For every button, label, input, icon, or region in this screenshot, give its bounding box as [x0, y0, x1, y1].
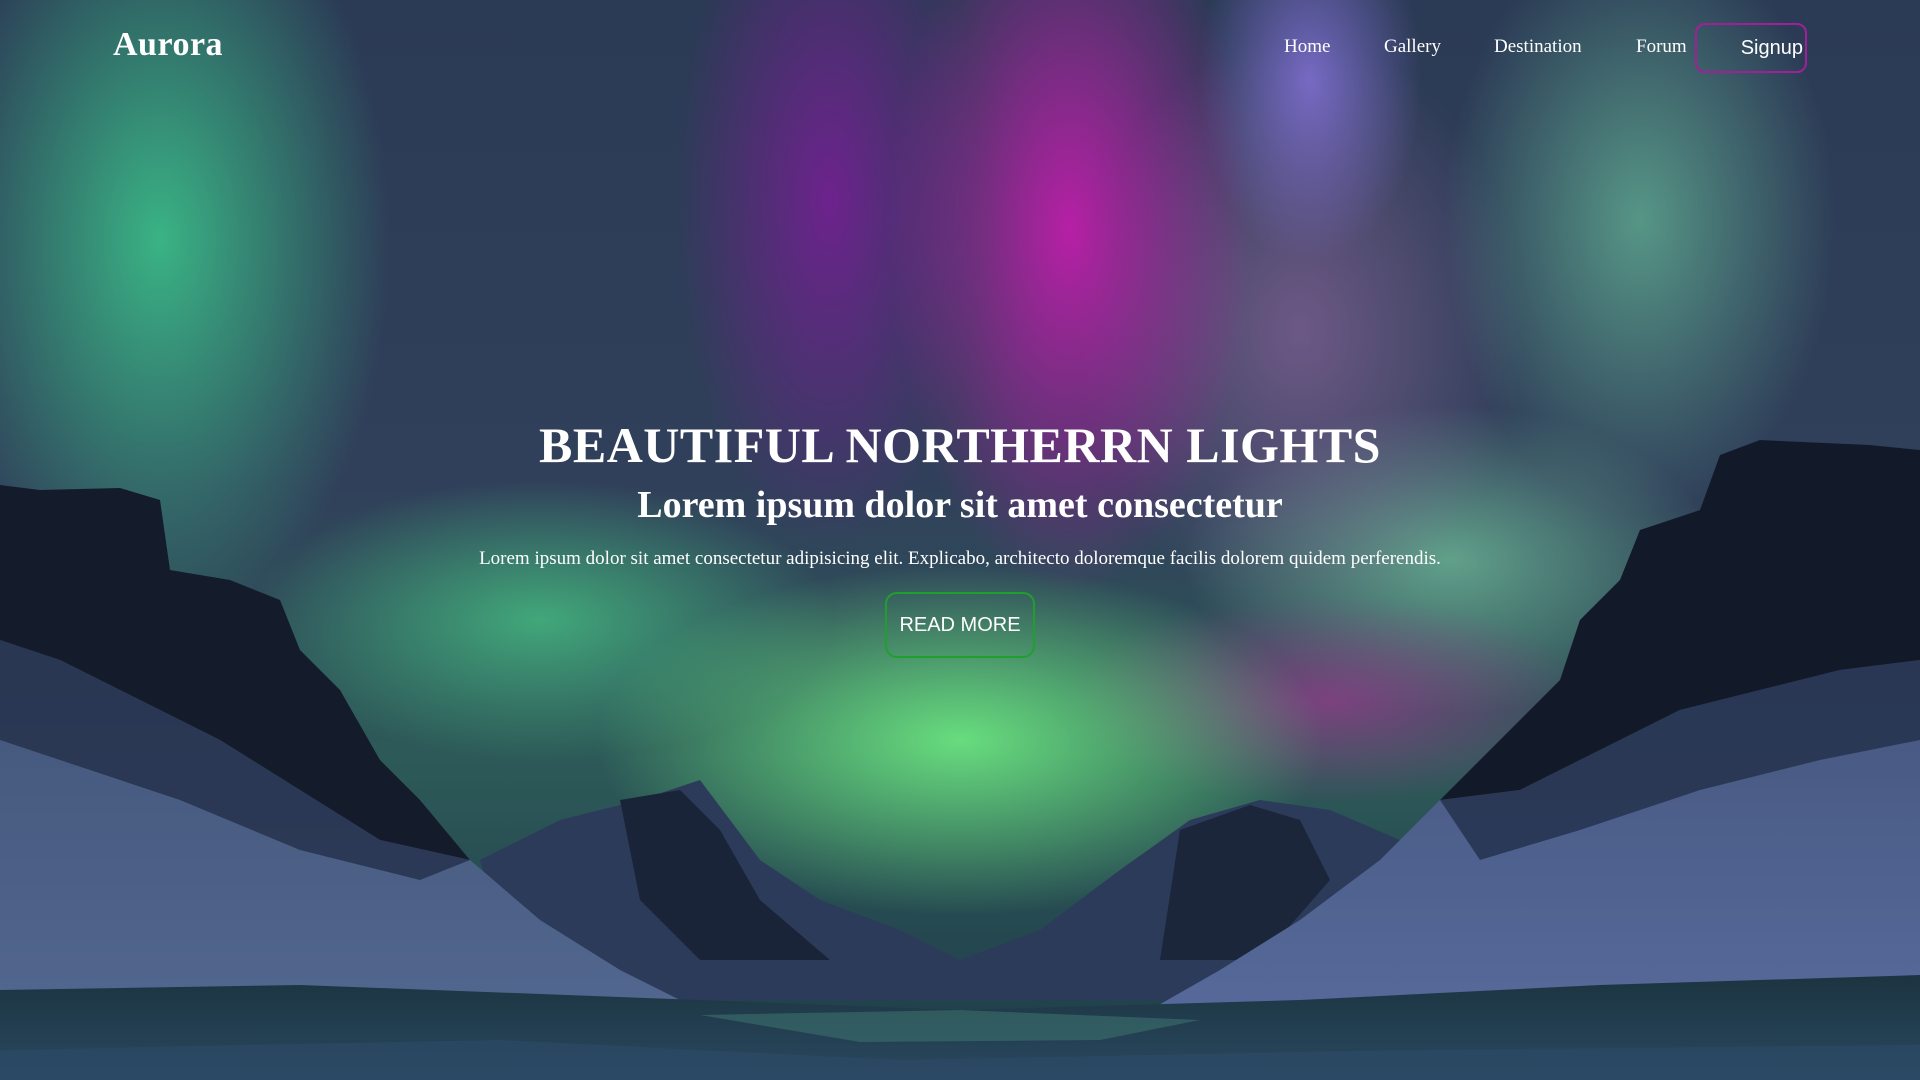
nav-link-gallery[interactable]: Gallery: [1384, 36, 1441, 58]
nav-link-forum[interactable]: Forum: [1636, 36, 1687, 58]
hero-title: BEAUTIFUL NORTHERRN LIGHTS: [539, 417, 1381, 473]
hero-description: Lorem ipsum dolor sit amet consectetur a…: [479, 548, 1441, 569]
hero-subtitle: Lorem ipsum dolor sit amet consectetur: [637, 484, 1283, 526]
signup-button[interactable]: Signup: [1695, 23, 1807, 73]
top-navbar: Aurora Home Gallery Destination Forum Si…: [0, 0, 1920, 100]
nav-link-destination[interactable]: Destination: [1494, 36, 1582, 58]
nav-link-home[interactable]: Home: [1284, 36, 1330, 58]
brand-logo[interactable]: Aurora: [113, 26, 223, 64]
hero-content: BEAUTIFUL NORTHERRN LIGHTS Lorem ipsum d…: [0, 410, 1920, 658]
read-more-button[interactable]: READ MORE: [885, 592, 1035, 658]
